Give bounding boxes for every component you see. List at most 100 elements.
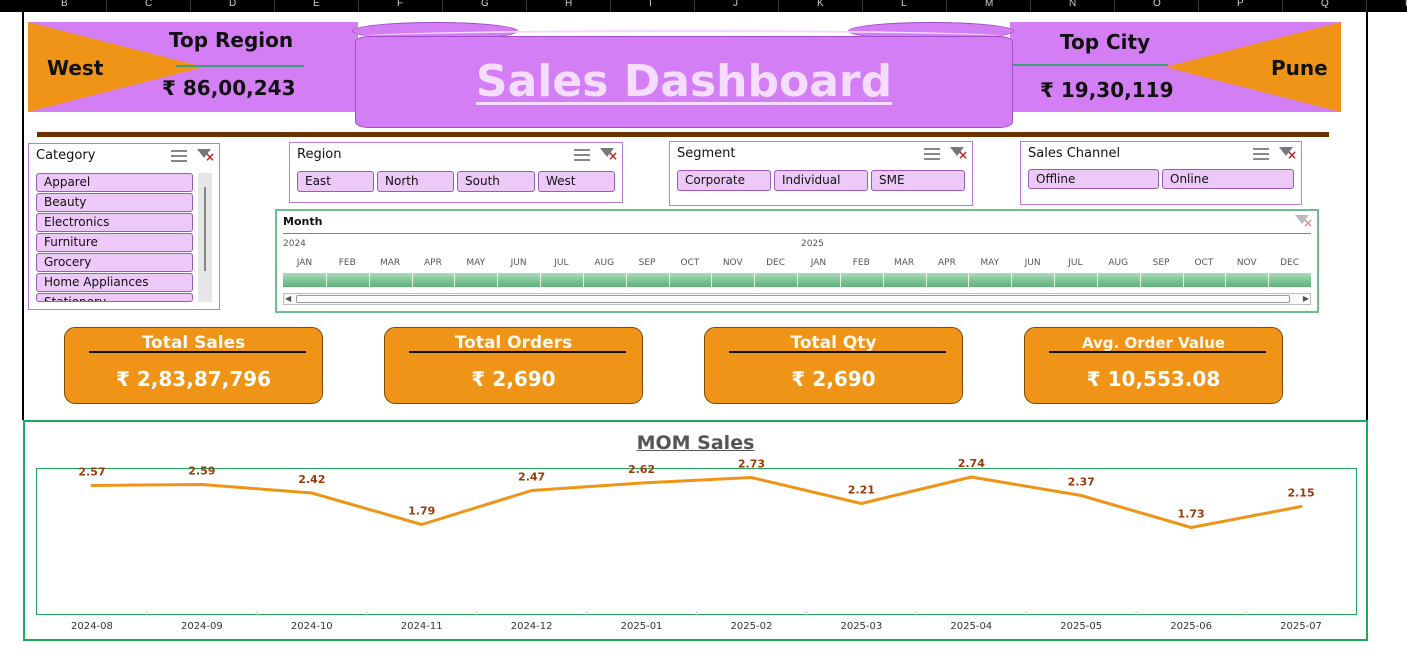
column-header-i[interactable]: I <box>649 0 652 9</box>
month-timeline[interactable]: Month 2024 2025 JANFEBMARAPRMAYJUNJULAUG… <box>275 209 1319 313</box>
timeline-month-label[interactable]: FEB <box>327 258 367 268</box>
category-item-furniture[interactable]: Furniture <box>36 233 193 252</box>
segment-item-individual[interactable]: Individual <box>774 170 868 191</box>
data-point[interactable] <box>420 523 424 526</box>
column-header-b[interactable]: B <box>61 0 68 9</box>
timeline-month-label[interactable]: NOV <box>713 258 753 268</box>
data-point[interactable] <box>640 481 644 485</box>
timeline-month-label[interactable]: APR <box>413 258 453 268</box>
clear-filter-icon[interactable] <box>600 148 618 163</box>
timeline-month-label[interactable]: NOV <box>1227 258 1267 268</box>
data-point[interactable] <box>200 483 204 486</box>
segment-slicer[interactable]: Segment Corporate Individual SME <box>669 141 973 206</box>
timeline-clear-filter-icon[interactable] <box>1295 215 1313 230</box>
timeline-month-label[interactable]: APR <box>927 258 967 268</box>
category-item-electronics[interactable]: Electronics <box>36 213 193 232</box>
scroll-left-icon[interactable]: ◀ <box>285 294 291 303</box>
channel-item-online[interactable]: Online <box>1162 169 1294 189</box>
timeline-month-label[interactable]: MAR <box>884 258 924 268</box>
data-point[interactable] <box>530 489 534 492</box>
series-line[interactable] <box>91 475 1302 529</box>
region-item-west[interactable]: West <box>538 171 615 192</box>
multi-select-icon[interactable] <box>1253 147 1269 161</box>
timeline-month-label[interactable]: DEC <box>1270 258 1310 268</box>
column-header-p[interactable]: P <box>1237 0 1244 9</box>
column-header-j[interactable]: J <box>733 0 738 9</box>
timeline-header-rule <box>283 233 1311 234</box>
segment-item-corporate[interactable]: Corporate <box>677 170 771 191</box>
timeline-month-label[interactable]: JUL <box>1055 258 1095 268</box>
column-header-m[interactable]: M <box>985 0 993 9</box>
timeline-month-label[interactable]: JUN <box>1013 258 1053 268</box>
chart-title: MOM Sales <box>636 432 755 454</box>
timeline-month-label[interactable]: JUN <box>499 258 539 268</box>
segment-item-sme[interactable]: SME <box>871 170 965 191</box>
timeline-month-label[interactable]: AUG <box>584 258 624 268</box>
region-item-east[interactable]: East <box>297 171 374 192</box>
timeline-month-label[interactable]: MAR <box>370 258 410 268</box>
kpi-value: ₹ 2,690 <box>471 367 556 391</box>
scroll-right-icon[interactable]: ▶ <box>1303 294 1309 303</box>
kpi-total-sales: Total Sales ₹ 2,83,87,796 <box>64 327 323 404</box>
data-point[interactable] <box>859 502 863 505</box>
data-point[interactable] <box>749 476 753 479</box>
region-item-south[interactable]: South <box>457 171 535 192</box>
region-item-north[interactable]: North <box>377 171 454 192</box>
timeline-month-label[interactable]: FEB <box>841 258 881 268</box>
column-header-d[interactable]: D <box>229 0 236 9</box>
timeline-scroll-thumb[interactable] <box>296 295 1290 303</box>
column-header-n[interactable]: N <box>1069 0 1076 9</box>
sales-channel-slicer[interactable]: Sales Channel Offline Online <box>1020 141 1302 205</box>
data-point[interactable] <box>90 484 94 487</box>
multi-select-icon[interactable] <box>574 148 590 162</box>
category-item-apparel[interactable]: Apparel <box>36 173 193 192</box>
data-point[interactable] <box>310 491 314 495</box>
timeline-month-separator <box>540 273 541 287</box>
column-header-c[interactable]: C <box>145 0 152 9</box>
column-header-h[interactable]: H <box>565 0 572 9</box>
timeline-month-label[interactable]: SEP <box>1141 258 1181 268</box>
category-slicer[interactable]: Category Apparel Beauty Electronics Furn… <box>28 143 220 310</box>
data-point[interactable] <box>1079 494 1083 497</box>
timeline-month-label[interactable]: MAY <box>456 258 496 268</box>
plot-area: 2.57 2024-08 2.59 2024-09 2.42 2024-10 1.79 202… <box>36 457 1357 632</box>
mom-sales-chart[interactable]: MOM Sales 2.57 2024-08 2.59 2024-09 2.42 2024… <box>23 420 1368 641</box>
column-header-g[interactable]: G <box>481 0 489 9</box>
data-point[interactable] <box>969 475 973 479</box>
data-point[interactable] <box>1299 505 1303 508</box>
timeline-month-label[interactable]: JAN <box>798 258 838 268</box>
multi-select-icon[interactable] <box>171 149 187 163</box>
timeline-month-label[interactable]: SEP <box>627 258 667 268</box>
timeline-month-label[interactable]: AUG <box>1098 258 1138 268</box>
column-header-e[interactable]: E <box>313 0 320 9</box>
data-point[interactable] <box>1189 526 1193 529</box>
category-item-home-appliances[interactable]: Home Appliances <box>36 273 193 292</box>
timeline-month-label[interactable]: MAY <box>970 258 1010 268</box>
x-tick-label: 2024-08 <box>71 621 113 632</box>
category-item-grocery[interactable]: Grocery <box>36 253 193 272</box>
column-header-q[interactable]: Q <box>1321 0 1329 9</box>
column-separator <box>526 0 527 12</box>
channel-item-offline[interactable]: Offline <box>1028 169 1159 189</box>
column-header-l[interactable]: L <box>901 0 907 9</box>
column-header-k[interactable]: K <box>817 0 824 9</box>
timeline-month-label[interactable]: JUL <box>541 258 581 268</box>
category-scroll-thumb[interactable] <box>204 187 206 271</box>
timeline-month-label[interactable]: OCT <box>670 258 710 268</box>
clear-filter-icon[interactable] <box>950 147 968 162</box>
timeline-month-label[interactable]: OCT <box>1184 258 1224 268</box>
category-item-beauty[interactable]: Beauty <box>36 193 193 212</box>
category-item-stationery[interactable]: Stationery <box>36 293 193 302</box>
category-scrollbar[interactable] <box>198 173 212 302</box>
timeline-scrollbar[interactable]: ◀ ▶ <box>283 293 1311 305</box>
column-header-o[interactable]: O <box>1153 0 1161 9</box>
x-tick-label: 2024-10 <box>291 621 333 632</box>
multi-select-icon[interactable] <box>924 147 940 161</box>
timeline-month-label[interactable]: DEC <box>756 258 796 268</box>
column-separator <box>190 0 191 12</box>
column-header-f[interactable]: F <box>397 0 403 9</box>
clear-filter-icon[interactable] <box>197 149 215 164</box>
clear-filter-icon[interactable] <box>1279 147 1297 162</box>
region-slicer[interactable]: Region East North South West <box>289 142 623 203</box>
timeline-month-label[interactable]: JAN <box>284 258 324 268</box>
